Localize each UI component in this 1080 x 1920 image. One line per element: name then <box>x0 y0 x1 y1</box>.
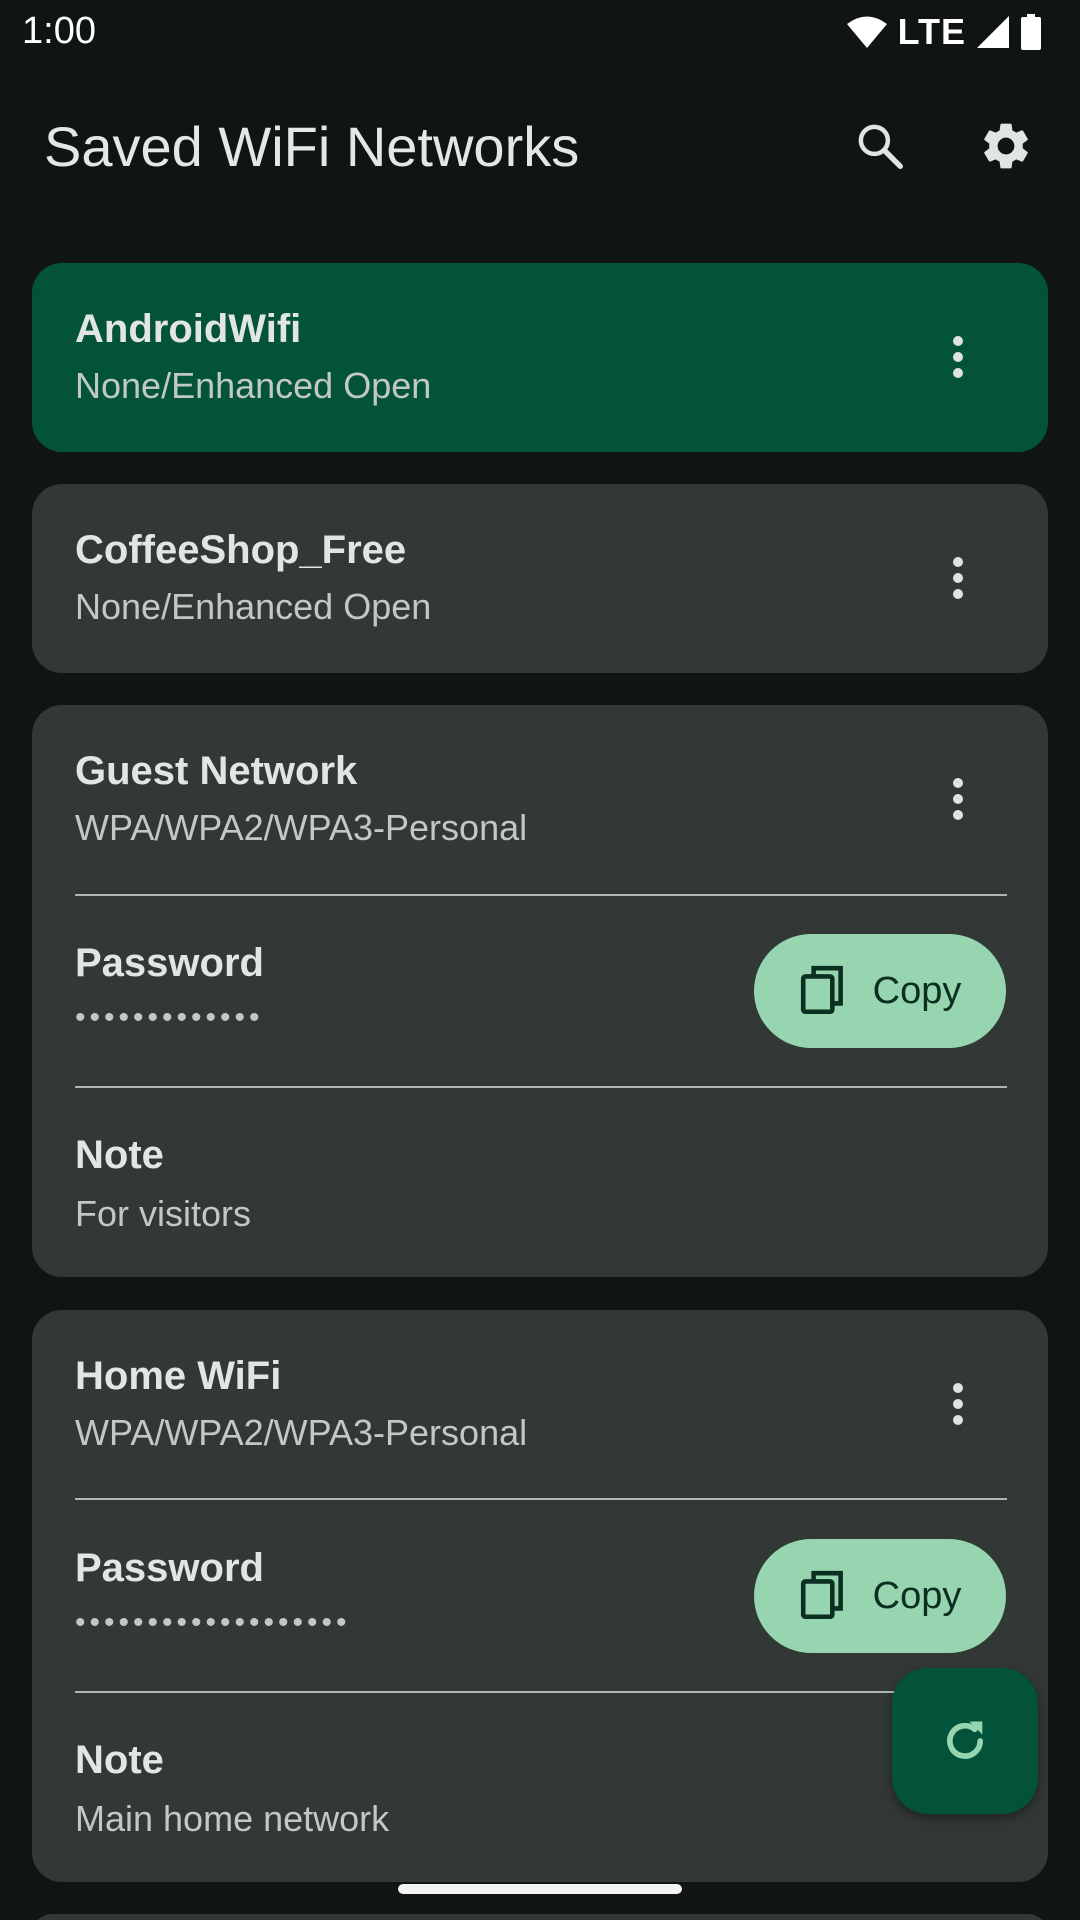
copy-password-button[interactable]: Copy <box>754 1539 1006 1653</box>
password-label: Password <box>75 941 264 985</box>
copy-icon <box>800 965 843 1015</box>
network-name: AndroidWifi <box>75 307 302 351</box>
password-label: Password <box>75 1546 264 1590</box>
divider <box>75 1086 1007 1088</box>
password-value: ••••••••••••• <box>75 1001 264 1034</box>
network-security: WPA/WPA2/WPA3-Personal <box>75 807 528 848</box>
refresh-fab[interactable] <box>892 1668 1038 1814</box>
cell-signal-icon <box>977 16 1009 48</box>
more-vert-icon <box>953 1383 963 1425</box>
note-value: For visitors <box>75 1193 252 1234</box>
copy-label: Copy <box>872 1574 962 1617</box>
note-value: Main home network <box>75 1798 390 1839</box>
note-label: Note <box>75 1738 164 1782</box>
network-card-partial[interactable] <box>32 1914 1048 1920</box>
network-name: Home WiFi <box>75 1354 282 1398</box>
divider <box>75 894 1007 896</box>
gesture-nav-handle[interactable] <box>398 1884 682 1894</box>
refresh-icon <box>947 1721 983 1759</box>
status-bar: 1:00 LTE <box>0 0 1080 64</box>
settings-icon <box>984 123 1028 169</box>
more-vert-icon <box>953 557 963 599</box>
status-icons: LTE <box>846 11 1042 52</box>
wifi-signal-icon <box>846 16 887 48</box>
network-card-guest[interactable]: Guest Network WPA/WPA2/WPA3-Personal Pas… <box>32 705 1048 1277</box>
more-options-button[interactable] <box>928 548 988 608</box>
more-options-button[interactable] <box>928 769 988 829</box>
divider <box>75 1691 895 1693</box>
network-card-header: AndroidWifi None/Enhanced Open <box>32 263 1048 453</box>
more-vert-icon <box>953 336 963 378</box>
settings-button[interactable] <box>968 108 1044 184</box>
network-name: CoffeeShop_Free <box>75 528 407 572</box>
page-title: Saved WiFi Networks <box>44 115 580 178</box>
network-name: Guest Network <box>75 749 358 793</box>
network-card-home[interactable]: Home WiFi WPA/WPA2/WPA3-Personal Passwor… <box>32 1310 1048 1882</box>
battery-icon <box>1021 14 1041 50</box>
network-security: None/Enhanced Open <box>75 365 432 406</box>
divider <box>75 1498 1007 1500</box>
network-security: None/Enhanced Open <box>75 586 432 627</box>
copy-password-button[interactable]: Copy <box>754 934 1006 1048</box>
network-type: LTE <box>897 11 966 52</box>
copy-icon <box>800 1570 843 1620</box>
more-options-button[interactable] <box>928 1374 988 1434</box>
network-card-header: CoffeeShop_Free None/Enhanced Open <box>32 484 1048 674</box>
network-security: WPA/WPA2/WPA3-Personal <box>75 1412 528 1453</box>
network-card-androidwifi[interactable]: AndroidWifi None/Enhanced Open <box>32 263 1048 452</box>
status-time: 1:00 <box>22 10 96 52</box>
app-bar: Saved WiFi Networks <box>0 96 1080 196</box>
note-label: Note <box>75 1133 164 1177</box>
search-icon <box>858 124 903 169</box>
more-vert-icon <box>953 778 963 820</box>
screen: 1:00 LTE Saved WiFi Networks AndroidWifi… <box>0 0 1080 1920</box>
more-options-button[interactable] <box>928 327 988 387</box>
password-value: ••••••••••••••••••• <box>75 1606 351 1639</box>
search-button[interactable] <box>842 108 918 184</box>
network-card-coffeeshop[interactable]: CoffeeShop_Free None/Enhanced Open <box>32 484 1048 673</box>
copy-label: Copy <box>872 969 962 1012</box>
